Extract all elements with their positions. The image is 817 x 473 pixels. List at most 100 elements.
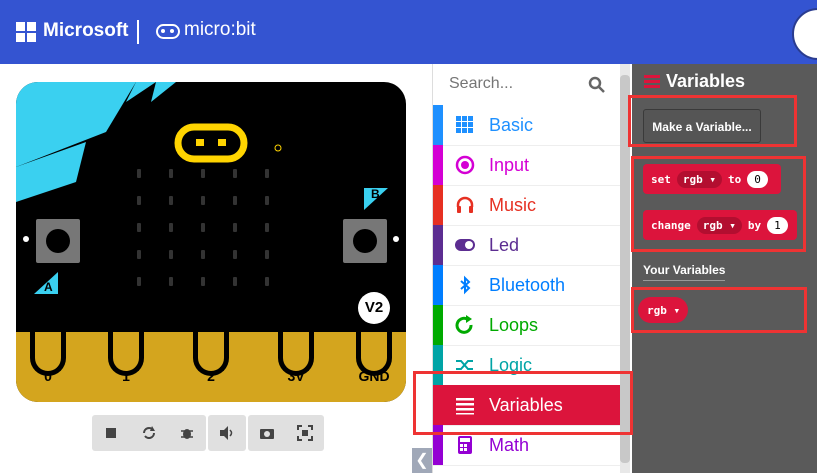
category-label: Led: [489, 234, 520, 255]
microsoft-label: Microsoft: [43, 20, 129, 41]
bluetooth-icon: [460, 275, 471, 295]
led: [265, 250, 269, 259]
calculator-icon: [458, 436, 472, 454]
microbit-logo-icon: [156, 24, 180, 39]
category-bluetooth[interactable]: Bluetooth: [433, 265, 621, 306]
category-logic[interactable]: Logic: [433, 345, 621, 386]
input-circle-icon: [455, 155, 475, 175]
block-keyword: to: [728, 172, 742, 186]
block-keyword: by: [747, 218, 762, 232]
led: [169, 277, 173, 286]
block-keyword: set: [651, 172, 671, 186]
led: [169, 250, 173, 259]
led: [265, 196, 269, 205]
category-music[interactable]: Music: [433, 185, 621, 226]
microsoft-logo-icon: [16, 22, 36, 42]
variables-icon: [644, 75, 660, 88]
product-label: micro:bit: [184, 19, 256, 40]
pin-label: GND: [358, 368, 390, 384]
led: [201, 250, 205, 259]
category-label: Basic: [489, 114, 534, 135]
led: [265, 223, 269, 232]
flyout-title: Variables: [666, 71, 746, 91]
value-input[interactable]: 1: [767, 216, 788, 234]
debug-icon[interactable]: [168, 415, 206, 451]
led: [137, 223, 141, 232]
screenshot-icon[interactable]: [248, 415, 286, 451]
mute-icon[interactable]: [208, 415, 246, 451]
category-label: Input: [489, 154, 530, 175]
toolbox-scroll-thumb[interactable]: [620, 75, 630, 463]
loop-icon: [455, 315, 473, 334]
led: [265, 277, 269, 286]
category-label: Loops: [489, 314, 539, 335]
led: [201, 196, 205, 205]
led: [169, 196, 173, 205]
restart-icon[interactable]: [130, 415, 168, 451]
shuffle-icon: [456, 360, 473, 370]
toggle-icon: [455, 239, 475, 251]
variable-dropdown[interactable]: rgb ▾: [676, 170, 722, 188]
svg-text:B: B: [371, 187, 380, 201]
category-math[interactable]: Math: [433, 425, 621, 466]
led: [137, 196, 141, 205]
list-icon: [456, 398, 474, 415]
button-a[interactable]: [36, 219, 80, 263]
variable-reporter-rgb[interactable]: rgb ▾: [638, 297, 688, 323]
your-variables-label: Your Variables: [643, 263, 726, 281]
headphones-icon: [456, 196, 474, 213]
led: [169, 223, 173, 232]
set-variable-block[interactable]: set rgb ▾ to 0: [643, 164, 781, 194]
dropdown-value: rgb: [682, 172, 703, 186]
stop-icon[interactable]: [92, 415, 130, 451]
led: [201, 223, 205, 232]
led: [233, 277, 237, 286]
led: [137, 277, 141, 286]
led: [265, 169, 269, 178]
category-input[interactable]: Input: [433, 145, 621, 186]
simulator-toolbar: [92, 415, 324, 451]
change-variable-block[interactable]: change rgb ▾ by 1: [643, 210, 797, 240]
category-basic[interactable]: Basic: [433, 105, 621, 146]
led: [137, 169, 141, 178]
category-label: Bluetooth: [489, 274, 566, 295]
category-led[interactable]: Led: [433, 225, 621, 266]
led: [233, 196, 237, 205]
led: [201, 277, 205, 286]
pin-label: 2: [207, 368, 215, 384]
make-variable-button[interactable]: Make a Variable...: [643, 109, 761, 143]
simulator-panel: B A V2 0 1 2 3V GND: [0, 64, 432, 473]
fullscreen-icon[interactable]: [286, 415, 324, 451]
dropdown-value: rgb: [702, 218, 723, 232]
search-icon[interactable]: [588, 76, 606, 94]
led: [169, 169, 173, 178]
top-bar: Microsoft micro:bit: [0, 0, 817, 64]
pin-label: 0: [44, 368, 52, 384]
microbit-board[interactable]: B A V2 0 1 2 3V GND: [16, 82, 406, 402]
pin-label: 3V: [287, 368, 305, 384]
version-badge: V2: [358, 292, 390, 324]
button-b[interactable]: [343, 219, 387, 263]
category-variables[interactable]: Variables: [433, 385, 621, 426]
category-label: Logic: [489, 354, 533, 375]
category-label: Math: [489, 434, 530, 455]
value-input[interactable]: 0: [747, 170, 768, 188]
led: [137, 250, 141, 259]
led: [233, 250, 237, 259]
svg-text:A: A: [44, 280, 53, 294]
search-input[interactable]: [447, 74, 591, 94]
header-divider: [137, 20, 139, 44]
category-label: Music: [489, 194, 537, 215]
pin-strip: 0 1 2 3V GND: [16, 332, 406, 402]
collapse-simulator-button[interactable]: ❮: [412, 448, 432, 473]
category-label: Variables: [489, 394, 563, 415]
category-loops[interactable]: Loops: [433, 305, 621, 346]
toolbox-search: [433, 64, 621, 104]
led: [233, 223, 237, 232]
toolbox: Basic Input Music Led Bluetooth Loops Lo…: [432, 64, 633, 473]
variable-dropdown[interactable]: rgb ▾: [696, 216, 742, 234]
user-avatar[interactable]: [792, 8, 817, 60]
grid-icon: [456, 116, 473, 133]
led: [233, 169, 237, 178]
pin-label: 1: [122, 368, 130, 384]
